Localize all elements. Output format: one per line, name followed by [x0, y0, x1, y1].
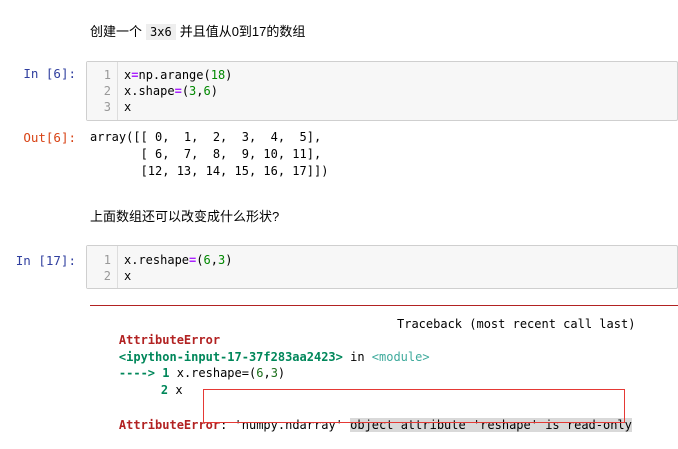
inline-code-shape: 3x6 — [146, 24, 176, 40]
markdown-heading-create-array: 创建一个 3x6 并且值从0到17的数组 — [90, 21, 305, 40]
line-number: 1 — [103, 68, 111, 82]
input-prompt: In [6]: — [23, 66, 76, 81]
traceback-label: Traceback (most recent call last) — [397, 317, 636, 331]
output-line: [ 6, 7, 8, 9, 10, 11], — [90, 147, 322, 161]
markdown-question: 上面数组还可以改变成什么形状? — [90, 209, 280, 224]
line-number: 3 — [103, 100, 111, 114]
code-text: x.reshape=(6,3) — [124, 253, 233, 267]
traceback-code: x — [175, 383, 183, 397]
highlight-box — [203, 389, 625, 423]
markdown-text-after: 并且值从0到17的数组 — [179, 24, 306, 39]
error-divider — [90, 305, 678, 306]
code-text: x.shape=(3,6) — [124, 84, 218, 98]
output-line: [12, 13, 14, 15, 16, 17]]) — [90, 164, 329, 178]
code-editor[interactable]: 1 x=np.arange(18) 2 x.shape=(3,6) 3 x — [86, 61, 678, 121]
code-line: 1 x.reshape=(6,3) — [87, 252, 677, 268]
code-line: 2 x.shape=(3,6) — [87, 83, 677, 99]
input-prompt: In [17]: — [15, 253, 76, 268]
traceback-line-number: 2 — [160, 383, 169, 397]
line-number: 1 — [103, 253, 111, 267]
line-number: 2 — [103, 269, 111, 283]
code-line: 1 x=np.arange(18) — [87, 67, 677, 83]
code-editor[interactable]: 1 x.reshape=(6,3) 2 x — [86, 245, 678, 289]
code-text: x — [124, 269, 132, 283]
output-line: array([[ 0, 1, 2, 3, 4, 5], — [90, 130, 322, 144]
markdown-text-before: 创建一个 — [90, 24, 143, 39]
code-line: 3 x — [87, 99, 677, 115]
error-output: AttributeError Traceback (most recent ca… — [86, 305, 678, 445]
code-line: 2 x — [87, 268, 677, 284]
code-text: x — [124, 100, 132, 114]
code-text: x=np.arange(18) — [124, 68, 233, 82]
traceback-in: in — [342, 350, 372, 364]
traceback-module: <module> — [371, 350, 430, 364]
output-prompt: Out[6]: — [23, 130, 76, 145]
traceback-code: x.reshape=(6,3) — [176, 366, 286, 380]
line-number: 2 — [103, 84, 111, 98]
